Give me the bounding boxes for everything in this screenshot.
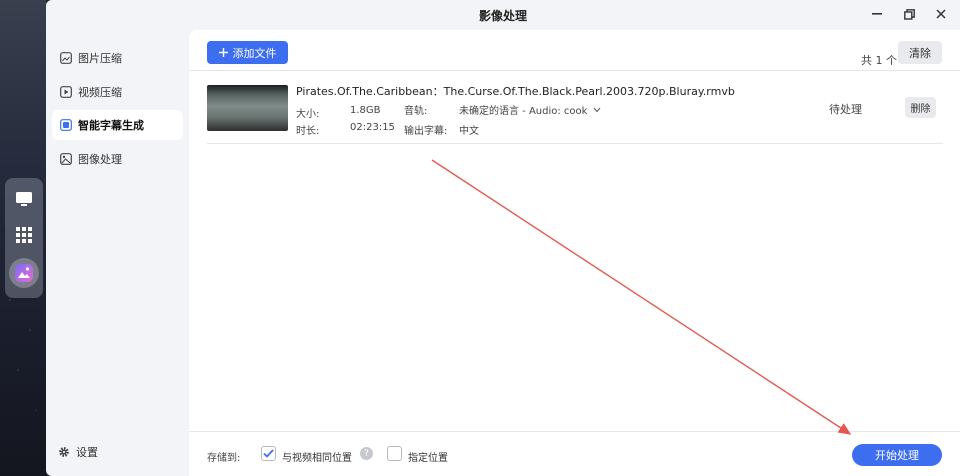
close-button[interactable]: [934, 7, 948, 21]
subtitle-label: 输出字幕:: [404, 126, 448, 137]
close-icon: [936, 9, 946, 19]
dock-item-image-app[interactable]: [9, 258, 39, 288]
dock-item-desktop[interactable]: [11, 186, 37, 212]
add-file-label: 添加文件: [232, 46, 277, 60]
image-process-icon: [60, 153, 72, 165]
custom-location-label[interactable]: 指定位置: [408, 449, 448, 464]
window-title: 影像处理: [478, 8, 527, 23]
help-icon[interactable]: ?: [360, 447, 373, 460]
title-bar: 影像处理: [46, 0, 960, 30]
same-location-checkbox[interactable]: [261, 446, 276, 461]
minimize-button[interactable]: [870, 7, 884, 21]
footer-bar: 存储到: 与视频相同位置 ? 指定位置 开始处理: [189, 431, 960, 476]
duration-value: 02:23:15: [350, 122, 395, 133]
restore-button[interactable]: [902, 7, 916, 21]
sidebar-item-image-compress[interactable]: 图片压缩: [52, 43, 183, 73]
audio-track-value: 未确定的语言 - Audio: cook: [459, 106, 588, 117]
checkmark-icon: [263, 449, 274, 458]
settings-button[interactable]: 设置: [58, 444, 98, 460]
size-value: 1.8GB: [350, 105, 381, 116]
duration-label: 时长:: [296, 126, 320, 137]
sidebar-item-subtitle[interactable]: 智能字幕生成: [52, 110, 183, 140]
file-name: Pirates.Of.The.Caribbean：The.Curse.Of.Th…: [296, 85, 735, 98]
monitor-icon: [16, 192, 32, 206]
sidebar: 图片压缩 视频压缩 智能字幕生成 图像处理 设置: [46, 30, 189, 476]
sidebar-item-label: 图片压缩: [78, 52, 122, 65]
divider: [189, 70, 960, 71]
dock-item-launcher[interactable]: [11, 222, 37, 248]
clear-button[interactable]: 清除: [898, 41, 942, 64]
image-compress-icon: [60, 52, 72, 64]
sidebar-item-label: 智能字幕生成: [78, 119, 144, 132]
divider: [207, 143, 943, 144]
custom-location-checkbox[interactable]: [387, 446, 402, 461]
subtitle-value: 中文: [459, 126, 479, 137]
file-count: 共 1 个: [861, 54, 897, 67]
add-file-button[interactable]: 添加文件: [207, 41, 288, 64]
sidebar-item-video-compress[interactable]: 视频压缩: [52, 77, 183, 107]
video-thumbnail: [207, 85, 288, 131]
settings-label: 设置: [76, 446, 98, 459]
desktop-background: [0, 0, 46, 476]
minimize-icon: [872, 13, 882, 15]
same-location-label[interactable]: 与视频相同位置: [282, 449, 352, 464]
delete-button[interactable]: 删除: [905, 97, 936, 118]
video-compress-icon: [60, 86, 72, 98]
plus-icon: [218, 48, 228, 57]
app-grid-icon: [16, 227, 32, 243]
chevron-down-icon: [594, 107, 601, 112]
app-window: 影像处理 图片压缩 视频压缩 智能字幕生成 图像处理 设置 添加文件 共 1 个…: [46, 0, 960, 476]
subtitle-icon: [60, 119, 72, 131]
sidebar-item-label: 视频压缩: [78, 86, 122, 99]
audio-label: 音轨:: [404, 106, 428, 117]
sidebar-item-label: 图像处理: [78, 153, 122, 166]
audio-track-select[interactable]: 未确定的语言 - Audio: cook: [459, 102, 601, 117]
gear-icon: [59, 447, 69, 457]
start-processing-button[interactable]: 开始处理: [852, 444, 942, 466]
status-text: 待处理: [829, 103, 862, 116]
main-panel: 添加文件 共 1 个 清除 Pirates.Of.The.Caribbean：T…: [189, 30, 960, 476]
sidebar-item-image-process[interactable]: 图像处理: [52, 144, 183, 174]
dock: [5, 178, 43, 298]
size-label: 大小:: [296, 109, 320, 120]
restore-icon: [903, 8, 915, 20]
image-app-icon: [15, 264, 33, 282]
save-to-label: 存储到:: [207, 453, 241, 464]
